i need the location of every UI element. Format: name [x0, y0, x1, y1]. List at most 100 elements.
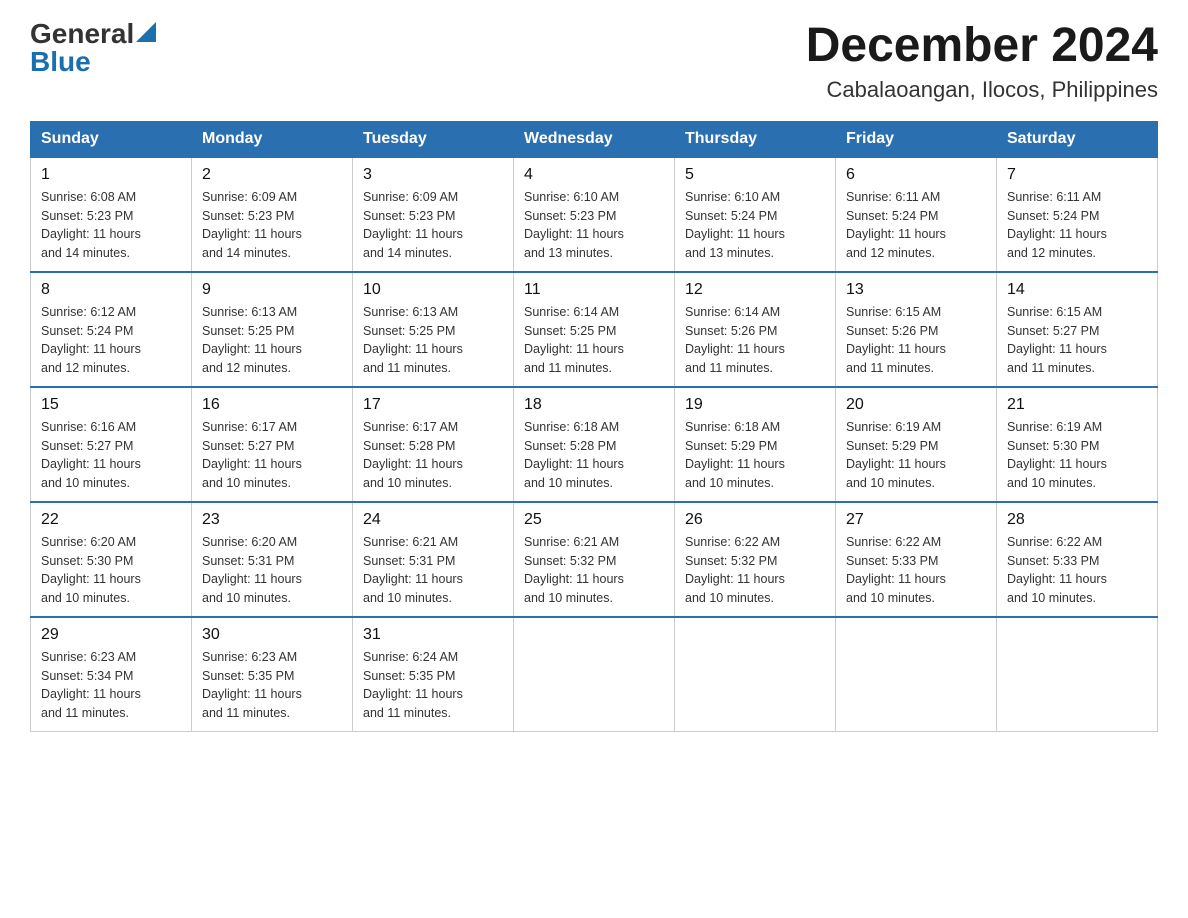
calendar-cell: 8 Sunrise: 6:12 AMSunset: 5:24 PMDayligh… — [31, 272, 192, 387]
day-number: 16 — [202, 396, 342, 414]
weekday-header-thursday: Thursday — [675, 121, 836, 157]
logo-general: General — [30, 20, 134, 48]
calendar-table: SundayMondayTuesdayWednesdayThursdayFrid… — [30, 121, 1158, 732]
calendar-cell: 15 Sunrise: 6:16 AMSunset: 5:27 PMDaylig… — [31, 387, 192, 502]
day-number: 30 — [202, 626, 342, 644]
day-info: Sunrise: 6:12 AMSunset: 5:24 PMDaylight:… — [41, 305, 141, 375]
day-info: Sunrise: 6:10 AMSunset: 5:24 PMDaylight:… — [685, 190, 785, 260]
day-number: 20 — [846, 396, 986, 414]
calendar-week-row: 15 Sunrise: 6:16 AMSunset: 5:27 PMDaylig… — [31, 387, 1158, 502]
day-info: Sunrise: 6:18 AMSunset: 5:28 PMDaylight:… — [524, 420, 624, 490]
day-number: 15 — [41, 396, 181, 414]
day-info: Sunrise: 6:24 AMSunset: 5:35 PMDaylight:… — [363, 650, 463, 720]
calendar-cell: 16 Sunrise: 6:17 AMSunset: 5:27 PMDaylig… — [192, 387, 353, 502]
day-info: Sunrise: 6:10 AMSunset: 5:23 PMDaylight:… — [524, 190, 624, 260]
day-info: Sunrise: 6:13 AMSunset: 5:25 PMDaylight:… — [202, 305, 302, 375]
calendar-cell: 31 Sunrise: 6:24 AMSunset: 5:35 PMDaylig… — [353, 617, 514, 732]
calendar-cell: 23 Sunrise: 6:20 AMSunset: 5:31 PMDaylig… — [192, 502, 353, 617]
calendar-cell: 11 Sunrise: 6:14 AMSunset: 5:25 PMDaylig… — [514, 272, 675, 387]
calendar-cell: 5 Sunrise: 6:10 AMSunset: 5:24 PMDayligh… — [675, 157, 836, 272]
day-number: 28 — [1007, 511, 1147, 529]
calendar-cell: 19 Sunrise: 6:18 AMSunset: 5:29 PMDaylig… — [675, 387, 836, 502]
day-number: 24 — [363, 511, 503, 529]
day-info: Sunrise: 6:14 AMSunset: 5:26 PMDaylight:… — [685, 305, 785, 375]
calendar-cell: 18 Sunrise: 6:18 AMSunset: 5:28 PMDaylig… — [514, 387, 675, 502]
calendar-week-row: 29 Sunrise: 6:23 AMSunset: 5:34 PMDaylig… — [31, 617, 1158, 732]
day-number: 23 — [202, 511, 342, 529]
calendar-cell: 17 Sunrise: 6:17 AMSunset: 5:28 PMDaylig… — [353, 387, 514, 502]
calendar-cell: 14 Sunrise: 6:15 AMSunset: 5:27 PMDaylig… — [997, 272, 1158, 387]
day-number: 12 — [685, 281, 825, 299]
calendar-week-row: 22 Sunrise: 6:20 AMSunset: 5:30 PMDaylig… — [31, 502, 1158, 617]
day-info: Sunrise: 6:17 AMSunset: 5:27 PMDaylight:… — [202, 420, 302, 490]
calendar-cell: 13 Sunrise: 6:15 AMSunset: 5:26 PMDaylig… — [836, 272, 997, 387]
logo: General Blue — [30, 20, 156, 76]
calendar-cell: 30 Sunrise: 6:23 AMSunset: 5:35 PMDaylig… — [192, 617, 353, 732]
logo-triangle-icon — [136, 22, 156, 42]
day-info: Sunrise: 6:22 AMSunset: 5:33 PMDaylight:… — [846, 535, 946, 605]
day-number: 5 — [685, 166, 825, 184]
day-info: Sunrise: 6:20 AMSunset: 5:30 PMDaylight:… — [41, 535, 141, 605]
day-number: 3 — [363, 166, 503, 184]
day-number: 26 — [685, 511, 825, 529]
day-number: 13 — [846, 281, 986, 299]
calendar-cell — [836, 617, 997, 732]
day-info: Sunrise: 6:13 AMSunset: 5:25 PMDaylight:… — [363, 305, 463, 375]
calendar-cell: 3 Sunrise: 6:09 AMSunset: 5:23 PMDayligh… — [353, 157, 514, 272]
calendar-cell: 28 Sunrise: 6:22 AMSunset: 5:33 PMDaylig… — [997, 502, 1158, 617]
calendar-cell: 24 Sunrise: 6:21 AMSunset: 5:31 PMDaylig… — [353, 502, 514, 617]
weekday-header-row: SundayMondayTuesdayWednesdayThursdayFrid… — [31, 121, 1158, 157]
day-number: 14 — [1007, 281, 1147, 299]
calendar-cell — [514, 617, 675, 732]
calendar-cell: 12 Sunrise: 6:14 AMSunset: 5:26 PMDaylig… — [675, 272, 836, 387]
day-info: Sunrise: 6:17 AMSunset: 5:28 PMDaylight:… — [363, 420, 463, 490]
day-info: Sunrise: 6:09 AMSunset: 5:23 PMDaylight:… — [202, 190, 302, 260]
calendar-cell: 29 Sunrise: 6:23 AMSunset: 5:34 PMDaylig… — [31, 617, 192, 732]
weekday-header-tuesday: Tuesday — [353, 121, 514, 157]
day-number: 29 — [41, 626, 181, 644]
calendar-cell: 4 Sunrise: 6:10 AMSunset: 5:23 PMDayligh… — [514, 157, 675, 272]
page-header: General Blue December 2024 Cabalaoangan,… — [30, 20, 1158, 103]
calendar-week-row: 8 Sunrise: 6:12 AMSunset: 5:24 PMDayligh… — [31, 272, 1158, 387]
day-info: Sunrise: 6:18 AMSunset: 5:29 PMDaylight:… — [685, 420, 785, 490]
day-number: 25 — [524, 511, 664, 529]
day-number: 9 — [202, 281, 342, 299]
weekday-header-friday: Friday — [836, 121, 997, 157]
day-number: 22 — [41, 511, 181, 529]
calendar-cell: 20 Sunrise: 6:19 AMSunset: 5:29 PMDaylig… — [836, 387, 997, 502]
day-number: 8 — [41, 281, 181, 299]
day-number: 31 — [363, 626, 503, 644]
day-info: Sunrise: 6:14 AMSunset: 5:25 PMDaylight:… — [524, 305, 624, 375]
weekday-header-sunday: Sunday — [31, 121, 192, 157]
day-number: 10 — [363, 281, 503, 299]
month-title: December 2024 — [806, 20, 1158, 73]
day-info: Sunrise: 6:19 AMSunset: 5:29 PMDaylight:… — [846, 420, 946, 490]
day-number: 27 — [846, 511, 986, 529]
day-info: Sunrise: 6:20 AMSunset: 5:31 PMDaylight:… — [202, 535, 302, 605]
calendar-cell: 21 Sunrise: 6:19 AMSunset: 5:30 PMDaylig… — [997, 387, 1158, 502]
day-number: 19 — [685, 396, 825, 414]
day-number: 1 — [41, 166, 181, 184]
day-info: Sunrise: 6:21 AMSunset: 5:32 PMDaylight:… — [524, 535, 624, 605]
calendar-cell: 7 Sunrise: 6:11 AMSunset: 5:24 PMDayligh… — [997, 157, 1158, 272]
weekday-header-saturday: Saturday — [997, 121, 1158, 157]
calendar-cell: 1 Sunrise: 6:08 AMSunset: 5:23 PMDayligh… — [31, 157, 192, 272]
calendar-cell: 10 Sunrise: 6:13 AMSunset: 5:25 PMDaylig… — [353, 272, 514, 387]
calendar-cell: 27 Sunrise: 6:22 AMSunset: 5:33 PMDaylig… — [836, 502, 997, 617]
day-number: 4 — [524, 166, 664, 184]
day-info: Sunrise: 6:15 AMSunset: 5:26 PMDaylight:… — [846, 305, 946, 375]
weekday-header-monday: Monday — [192, 121, 353, 157]
title-block: December 2024 Cabalaoangan, Ilocos, Phil… — [806, 20, 1158, 103]
day-number: 6 — [846, 166, 986, 184]
day-info: Sunrise: 6:11 AMSunset: 5:24 PMDaylight:… — [846, 190, 946, 260]
calendar-cell: 2 Sunrise: 6:09 AMSunset: 5:23 PMDayligh… — [192, 157, 353, 272]
day-number: 21 — [1007, 396, 1147, 414]
day-number: 17 — [363, 396, 503, 414]
day-info: Sunrise: 6:11 AMSunset: 5:24 PMDaylight:… — [1007, 190, 1107, 260]
day-number: 18 — [524, 396, 664, 414]
day-info: Sunrise: 6:15 AMSunset: 5:27 PMDaylight:… — [1007, 305, 1107, 375]
weekday-header-wednesday: Wednesday — [514, 121, 675, 157]
day-info: Sunrise: 6:21 AMSunset: 5:31 PMDaylight:… — [363, 535, 463, 605]
day-info: Sunrise: 6:22 AMSunset: 5:33 PMDaylight:… — [1007, 535, 1107, 605]
calendar-cell — [675, 617, 836, 732]
